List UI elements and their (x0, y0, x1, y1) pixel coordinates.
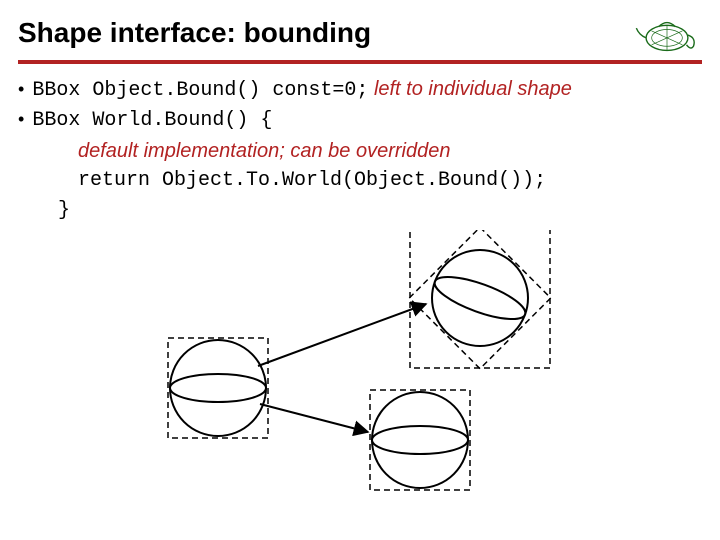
header-underline (0, 60, 720, 64)
teapot-logo (632, 10, 702, 56)
arrow-top (258, 304, 426, 366)
page-title: Shape interface: bounding (18, 17, 632, 49)
bullet-1: • BBox Object.Bound() const=0; left to i… (18, 74, 702, 106)
arrow-bottom (260, 404, 368, 432)
bullet-1-note: left to individual shape (374, 78, 572, 100)
bounding-diagram (140, 230, 580, 510)
top-right-sphere-group (409, 230, 550, 369)
bullet-dot: • (18, 106, 24, 133)
bullet-dot: • (18, 76, 24, 103)
body-close: } (58, 196, 702, 226)
bullet-2-code: BBox World.Bound() { (32, 106, 272, 136)
left-sphere-group (168, 338, 268, 438)
body-comment: default implementation; can be overridde… (78, 136, 702, 166)
bottom-right-sphere-group (370, 390, 470, 490)
bullet-2: • BBox World.Bound() { (18, 106, 702, 136)
body-return: return Object.To.World(Object.Bound()); (78, 166, 702, 196)
bullet-1-code: BBox Object.Bound() const=0; (32, 79, 368, 102)
